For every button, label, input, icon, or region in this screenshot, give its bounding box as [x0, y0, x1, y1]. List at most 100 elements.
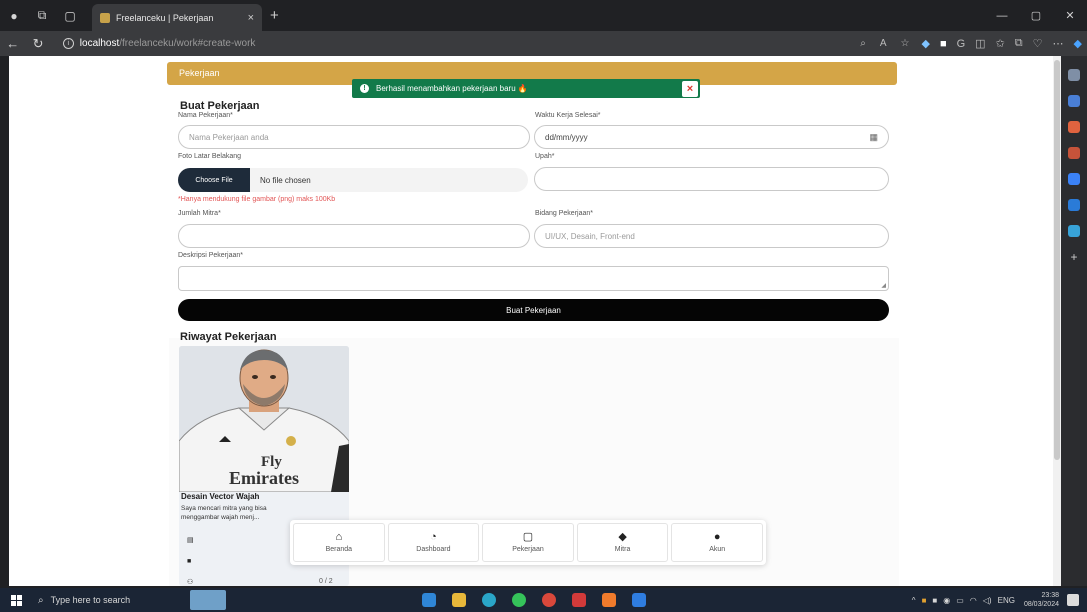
- buat-pekerjaan-button[interactable]: Buat Pekerjaan: [178, 299, 889, 321]
- maximize-icon[interactable]: ▢: [1019, 0, 1053, 31]
- upah-input[interactable]: [534, 167, 889, 191]
- waktu-date-input[interactable]: dd/mm/yyyy ▦: [534, 125, 889, 149]
- refresh-icon[interactable]: ↻: [25, 36, 50, 52]
- bottom-nav: ⌂ Beranda ◔ Dashboard ▢ Pekerjaan ◆ Mitr…: [290, 520, 766, 565]
- volume-icon[interactable]: ◁): [983, 596, 992, 605]
- language-indicator[interactable]: ENG: [998, 596, 1015, 605]
- nav-akun[interactable]: ● Akun: [671, 523, 763, 562]
- workspaces-icon[interactable]: ⧉: [28, 0, 56, 31]
- waktu-value: dd/mm/yyyy: [545, 132, 588, 142]
- collections-icon[interactable]: ⧉: [1015, 37, 1023, 50]
- xampp-icon[interactable]: [602, 593, 616, 607]
- wifi-icon[interactable]: ◠: [970, 596, 977, 605]
- shopping-icon[interactable]: [1068, 95, 1080, 107]
- extension-icon[interactable]: G: [957, 38, 966, 50]
- windows-taskbar: ⌕ Type here to search ^ ■ ■ ◉ ▭ ◠ ◁) ENG…: [0, 588, 1087, 612]
- copilot-extension-icon[interactable]: ♡: [1033, 37, 1043, 50]
- drop-icon[interactable]: [1068, 225, 1080, 237]
- extension-icon[interactable]: ◆: [921, 37, 929, 50]
- deskripsi-textarea[interactable]: ◢: [178, 266, 889, 291]
- choose-file-button[interactable]: Choose File: [178, 168, 250, 192]
- toast-close-button[interactable]: ×: [682, 80, 698, 97]
- nav-dashboard[interactable]: ◔ Dashboard: [387, 523, 480, 562]
- nav-beranda[interactable]: ⌂ Beranda: [293, 523, 385, 562]
- chevron-up-icon[interactable]: ^: [912, 596, 916, 605]
- taskbar-search[interactable]: ⌕ Type here to search: [32, 588, 180, 612]
- clock[interactable]: 23:38 08/03/2024: [1024, 591, 1059, 609]
- tab-title: Freelanceku | Pekerjaan: [116, 12, 214, 23]
- search-icon[interactable]: [1068, 69, 1080, 81]
- window-close-icon[interactable]: ✕: [1053, 0, 1087, 31]
- add-sidebar-icon[interactable]: +: [1068, 251, 1080, 263]
- back-icon[interactable]: ←: [0, 36, 25, 51]
- tab-close-icon[interactable]: ×: [248, 12, 254, 24]
- notification-icon[interactable]: [1067, 594, 1079, 606]
- office-icon[interactable]: [1068, 173, 1080, 185]
- split-screen-icon[interactable]: ◫: [975, 37, 985, 50]
- address-bar[interactable]: i localhost /freelanceku/work#create-wor…: [57, 33, 917, 54]
- edge-sidebar: +: [1061, 56, 1087, 586]
- waktu-label: Waktu Kerja Selesai*: [535, 112, 601, 119]
- favorites-icon[interactable]: ✩: [996, 37, 1005, 50]
- scrollbar-thumb[interactable]: [1054, 60, 1060, 460]
- jersey-emirates: Emirates: [229, 468, 299, 488]
- foto-label: Foto Latar Belakang: [178, 153, 242, 160]
- favorite-star-icon[interactable]: ☆: [901, 38, 910, 49]
- tools-icon[interactable]: [1068, 121, 1080, 133]
- bidang-input[interactable]: UI/UX, Desain, Front-end: [534, 224, 889, 248]
- site-info-icon[interactable]: i: [62, 38, 74, 49]
- file-explorer-icon[interactable]: [452, 593, 466, 607]
- file-status: No file chosen: [260, 175, 311, 185]
- bidang-placeholder: UI/UX, Desain, Front-end: [545, 231, 635, 241]
- bidang-label: Bidang Pekerjaan*: [535, 210, 593, 217]
- clock-date: 08/03/2024: [1023, 601, 1059, 608]
- outlook-icon[interactable]: [1068, 199, 1080, 211]
- windows-start-icon[interactable]: [0, 588, 32, 612]
- form-title: Buat Pekerjaan: [180, 100, 260, 112]
- jumlah-input[interactable]: [178, 224, 530, 248]
- success-icon: !: [360, 84, 369, 93]
- handshake-icon: ◆: [618, 531, 627, 543]
- url-path: /freelanceku/work#create-work: [119, 38, 256, 49]
- copilot-icon[interactable]: ◆: [1074, 37, 1082, 50]
- foto-file-input[interactable]: Choose File No file chosen: [178, 168, 528, 192]
- profile-icon[interactable]: ●: [0, 0, 28, 31]
- nav-label: Pekerjaan: [512, 546, 544, 553]
- create-work-form: Buat Pekerjaan Nama Pekerjaan* Nama Peke…: [169, 100, 899, 326]
- widgets-icon[interactable]: [190, 590, 226, 610]
- chrome-icon[interactable]: [542, 593, 556, 607]
- vscode-icon[interactable]: [422, 593, 436, 607]
- success-toast: ! Berhasil menambahkan pekerjaan baru 🔥 …: [352, 79, 700, 98]
- nav-label: Mitra: [614, 546, 631, 553]
- minimize-icon[interactable]: —: [985, 0, 1019, 31]
- user-icon: ●: [713, 531, 721, 543]
- browser-tab[interactable]: Freelanceku | Pekerjaan ×: [92, 4, 262, 31]
- nav-mitra[interactable]: ◆ Mitra: [576, 523, 669, 562]
- page-scrollbar[interactable]: [1053, 56, 1061, 586]
- nama-input[interactable]: Nama Pekerjaan anda: [178, 125, 530, 149]
- whatsapp-icon[interactable]: [512, 593, 526, 607]
- money-icon: ■: [187, 558, 192, 565]
- edge-icon[interactable]: [482, 593, 496, 607]
- app-icon[interactable]: [572, 593, 586, 607]
- tray-app-icon[interactable]: ■: [922, 596, 927, 605]
- more-options-icon[interactable]: ⋯: [1053, 37, 1064, 50]
- tray-app-icon[interactable]: ■: [932, 596, 937, 605]
- tab-actions-icon[interactable]: ▢: [56, 0, 84, 31]
- new-tab-button[interactable]: +: [270, 7, 279, 24]
- games-icon[interactable]: [1068, 147, 1080, 159]
- extension-icon[interactable]: ■: [940, 38, 947, 50]
- nav-pekerjaan[interactable]: ▢ Pekerjaan: [482, 523, 574, 562]
- read-aloud-icon[interactable]: A: [880, 38, 887, 49]
- window-controls: — ▢ ✕: [985, 0, 1087, 31]
- page-viewport: Pekerjaan ! Berhasil menambahkan pekerja…: [9, 56, 1061, 586]
- resize-grip-icon[interactable]: ◢: [881, 282, 886, 289]
- zoom-icon[interactable]: ⌕: [860, 38, 866, 49]
- jumlah-label: Jumlah Mitra*: [178, 210, 221, 217]
- app-icon[interactable]: [632, 593, 646, 607]
- calendar-icon[interactable]: ▦: [869, 132, 878, 143]
- taskbar-apps: [414, 588, 654, 612]
- network-icon[interactable]: ▭: [956, 596, 964, 605]
- tray-app-icon[interactable]: ◉: [943, 596, 950, 605]
- briefcase-icon: ▢: [522, 531, 534, 543]
